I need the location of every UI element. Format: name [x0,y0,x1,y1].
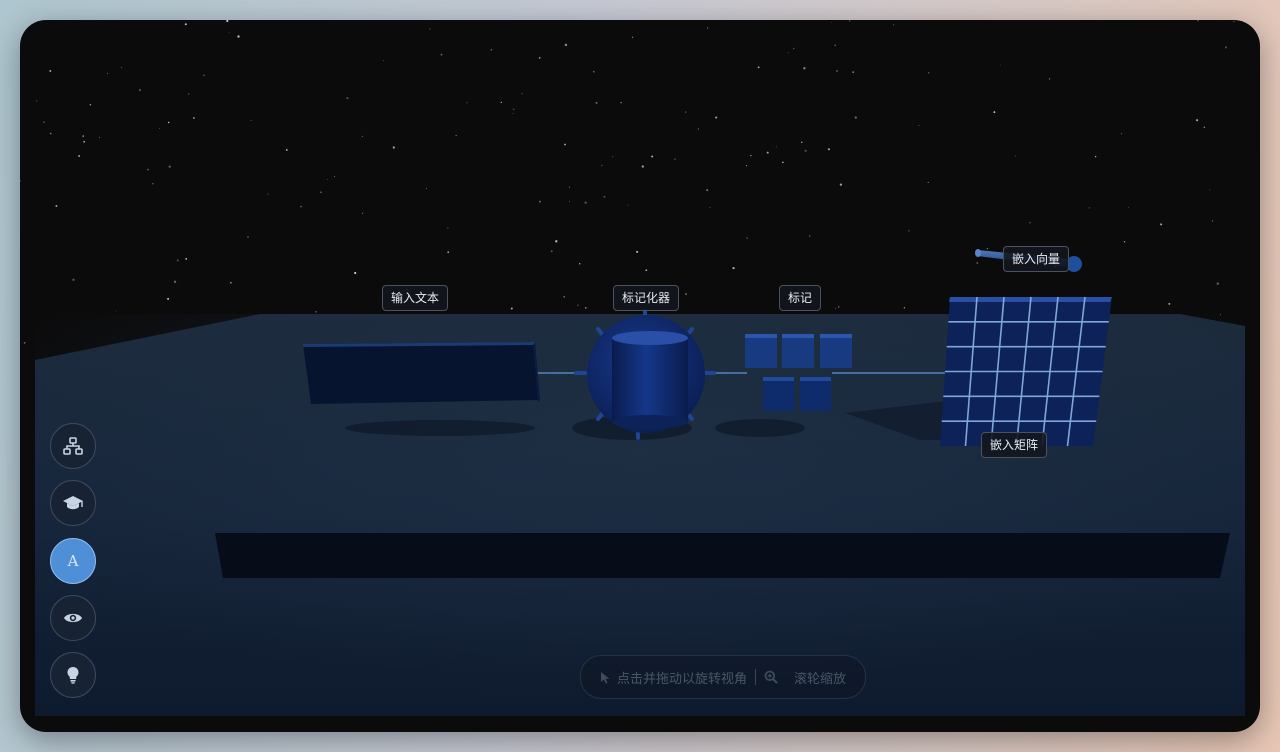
label-tokens: 标记 [779,285,822,311]
font-toggle-button[interactable]: A [50,538,96,584]
app-window: 输入文本 标记化器 标记 嵌入向量 嵌入矩阵 A 点击并拖动以旋转视角 滚轮缩放 [20,20,1260,732]
network-icon [63,437,83,455]
label-input-text: 输入文本 [382,285,449,311]
network-view-button[interactable] [50,423,96,469]
graduation-cap-icon [63,496,83,510]
floor-slab [215,533,1230,578]
token-cube[interactable] [782,334,814,368]
input-text-block[interactable] [303,342,540,404]
label-tokenizer: 标记化器 [613,285,680,311]
font-icon: A [67,552,79,570]
label-embedding-vector: 嵌入向量 [1003,246,1070,272]
zoom-icon [764,670,778,684]
hint-button[interactable] [50,652,96,698]
token-cube[interactable] [800,377,831,411]
eye-icon [64,613,82,623]
zoom-hint-text: 滚轮缩放 [794,671,847,687]
visibility-button[interactable] [50,595,96,641]
rotate-hint-text: 点击并拖动以旋转视角 [616,671,747,687]
hint-divider [755,669,756,685]
token-cube[interactable] [745,334,777,368]
learn-mode-button[interactable] [50,480,96,526]
embedding-matrix-object[interactable] [940,296,1112,447]
controls-hint-bar: 点击并拖动以旋转视角 滚轮缩放 [580,655,866,699]
cursor-icon [600,671,610,683]
label-embedding-matrix: 嵌入矩阵 [981,432,1048,458]
tokenizer-object[interactable] [574,308,716,440]
token-cube[interactable] [820,334,852,368]
lightbulb-icon [67,667,79,684]
token-cube[interactable] [763,377,794,411]
3d-scene-canvas[interactable] [20,20,1260,732]
